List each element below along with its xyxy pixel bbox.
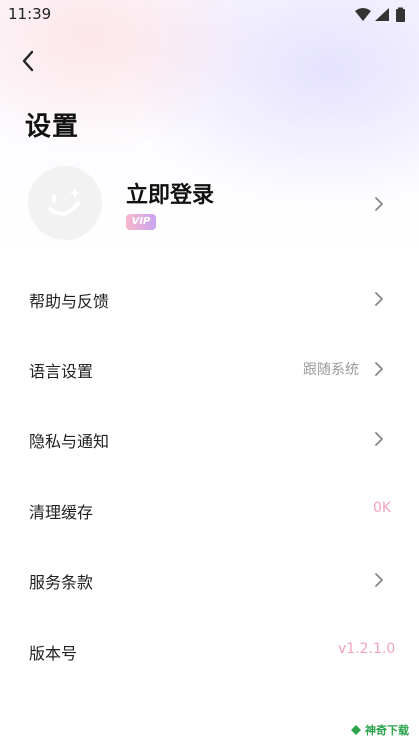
menu-item-language[interactable]: 语言设置 跟随系统 <box>0 334 419 404</box>
watermark-logo-icon <box>351 725 361 735</box>
login-label[interactable]: 立即登录 <box>126 177 214 209</box>
language-value: 跟随系统 <box>303 362 359 378</box>
menu-item-label: 服务条款 <box>29 573 94 592</box>
menu-item-label: 语言设置 <box>29 362 94 381</box>
watermark: 神奇下载 <box>350 722 409 738</box>
wifi-icon <box>355 8 371 21</box>
signal-icon <box>375 8 389 21</box>
menu-item-label: 隐私与通知 <box>29 432 110 451</box>
battery-icon <box>396 9 405 22</box>
chevron-right-icon <box>375 432 383 446</box>
chevron-right-icon <box>375 197 383 211</box>
chevron-right-icon <box>375 292 383 306</box>
chevron-right-icon <box>375 362 383 376</box>
avatar-face-icon <box>48 188 81 216</box>
watermark-text: 神奇下载 <box>365 724 409 737</box>
status-time: 11:39 <box>8 5 52 23</box>
avatar[interactable] <box>28 166 102 240</box>
menu-item-terms-of-service[interactable]: 服务条款 <box>0 545 419 615</box>
status-bar: 11:39 <box>0 0 419 30</box>
page-title: 设置 <box>25 112 80 142</box>
menu-item-help-feedback[interactable]: 帮助与反馈 <box>0 264 419 334</box>
chevron-right-icon <box>375 573 383 587</box>
menu-item-label: 清理缓存 <box>29 503 94 522</box>
back-button[interactable] <box>14 46 44 76</box>
vip-badge: VIP <box>126 214 156 230</box>
menu-item-privacy-notifications[interactable]: 隐私与通知 <box>0 404 419 474</box>
menu-item-label: 版本号 <box>29 644 78 663</box>
version-value: v1.2.1.0 <box>338 641 396 657</box>
back-arrow-icon <box>22 50 34 72</box>
menu-item-label: 帮助与反馈 <box>29 292 110 311</box>
login-row[interactable]: 立即登录 VIP <box>0 160 419 248</box>
menu-item-clear-cache[interactable]: 清理缓存 0K <box>0 475 419 545</box>
status-icons <box>353 7 409 23</box>
cache-size-value: 0K <box>373 500 392 516</box>
menu-item-version: 版本号 v1.2.1.0 <box>0 616 419 686</box>
